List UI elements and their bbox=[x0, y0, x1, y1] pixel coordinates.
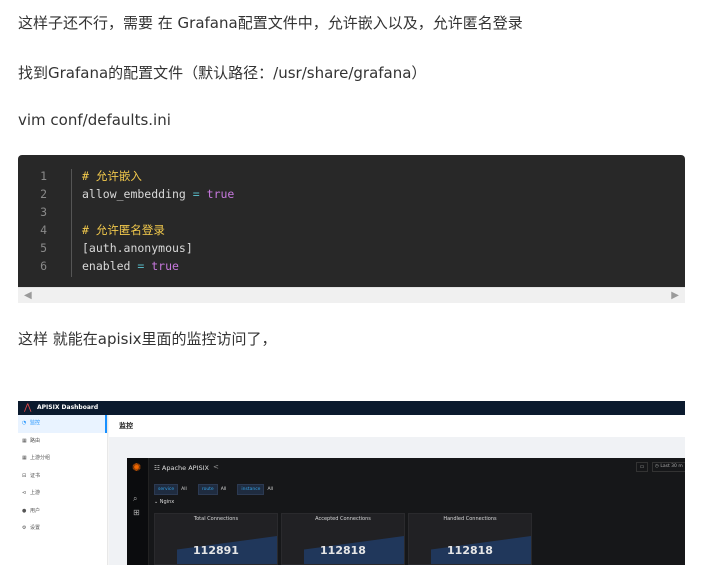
paragraph-config-path: 找到Grafana的配置文件（默认路径：/usr/share/grafana） bbox=[18, 64, 427, 82]
line-number: 2 bbox=[40, 187, 47, 201]
line-number-gutter: 1 2 3 4 5 6 bbox=[18, 167, 64, 275]
panel-title: Accepted Connections bbox=[315, 516, 371, 522]
stat-panel: Handled Connections 112818 bbox=[408, 513, 532, 565]
paragraph-result: 这样 就能在apisix里面的监控访问了， bbox=[18, 330, 277, 348]
sidebar-item-monitor: ◔ 监控 bbox=[18, 415, 107, 433]
scroll-right-icon[interactable]: ▶ bbox=[671, 290, 679, 301]
sidebar-item-ssl: ⊟ 证书 bbox=[18, 468, 107, 486]
grafana-logo-icon: ✺ bbox=[132, 461, 142, 474]
sidebar-item-label: 证书 bbox=[30, 472, 41, 479]
dashboard-sidebar: ◔ 监控 ▦ 路由 ▦ 上游分组 ⊟ 证书 ⊲ 上游 ● 用户 ⚙ 设置 bbox=[18, 415, 108, 565]
code-line-4: # 允许匿名登录 bbox=[82, 221, 234, 239]
sidebar-item-upstream-group: ▦ 上游分组 bbox=[18, 450, 107, 468]
code-comment: # 允许嵌入 bbox=[82, 169, 142, 183]
panel-value: 112891 bbox=[193, 544, 239, 557]
page-title: 监控 bbox=[119, 422, 133, 430]
dashboard-main: 监控 ✺ ⌕ ⊞ ☷ Apache APISIX < ▭ ◷ Last 30 m… bbox=[109, 415, 685, 565]
dashboard-screenshot: ⋀ APISIX Dashboard ◔ 监控 ▦ 路由 ▦ 上游分组 ⊟ 证书 ⊲ 上游… bbox=[18, 401, 685, 565]
variable-service: service All bbox=[154, 484, 190, 495]
panel-title: Handled Connections bbox=[443, 516, 497, 522]
code-value: true bbox=[206, 187, 235, 201]
settings-icon: ⚙ bbox=[22, 525, 27, 531]
line-number: 3 bbox=[40, 205, 47, 219]
variable-value: All bbox=[181, 487, 187, 492]
grafana-embed: ✺ ⌕ ⊞ ☷ Apache APISIX < ▭ ◷ Last 30 m se… bbox=[127, 458, 685, 565]
upstream-icon: ▦ bbox=[22, 455, 27, 461]
page-header: 监控 bbox=[109, 415, 685, 437]
route-icon: ▦ bbox=[22, 437, 27, 444]
stat-panel: Total Connections 112891 bbox=[154, 513, 278, 565]
row-title-text: Nginx bbox=[159, 499, 175, 505]
panel-title: Total Connections bbox=[193, 516, 239, 522]
code-section: [auth.anonymous] bbox=[82, 241, 193, 255]
gutter-divider bbox=[71, 169, 72, 277]
sidebar-item-label: 监控 bbox=[30, 420, 41, 426]
code-key: enabled bbox=[82, 259, 131, 273]
dashboards-icon: ⊞ bbox=[133, 508, 140, 517]
code-operator: = bbox=[130, 259, 152, 273]
line-number: 4 bbox=[40, 223, 47, 237]
dashboard-title: ☷ Apache APISIX bbox=[154, 464, 209, 472]
code-horizontal-scrollbar[interactable]: ◀ ▶ bbox=[18, 287, 685, 303]
sidebar-item-label: 上游 bbox=[30, 490, 41, 496]
sidebar-item-route: ▦ 路由 bbox=[18, 433, 107, 451]
time-range: Last 30 m bbox=[660, 464, 683, 469]
code-line-1: # 允许嵌入 bbox=[82, 167, 234, 185]
monitor-icon: ◔ bbox=[22, 420, 27, 426]
sidebar-item-consumer: ● 用户 bbox=[18, 503, 107, 521]
line-number: 1 bbox=[40, 169, 47, 183]
paragraph-intro: 这样子还不行，需要 在 Grafana配置文件中，允许嵌入以及，允许匿名登录 bbox=[18, 14, 523, 32]
line-number: 5 bbox=[40, 241, 47, 255]
share-icon: < bbox=[213, 463, 219, 471]
row-title: ⌄ Nginx bbox=[154, 499, 175, 505]
variable-instance: instance All bbox=[237, 484, 276, 495]
dashboard-grid-icon: ☷ bbox=[154, 464, 160, 472]
line-number: 6 bbox=[40, 259, 47, 273]
variable-value: All bbox=[220, 487, 227, 492]
ssl-icon: ⊟ bbox=[22, 472, 27, 479]
tv-mode-icon: ▭ bbox=[636, 462, 648, 472]
code-operator: = bbox=[185, 187, 207, 201]
variable-name: service bbox=[154, 484, 179, 495]
code-line-2: allow_embedding = true bbox=[82, 185, 234, 203]
time-picker: ◷ Last 30 m bbox=[652, 462, 685, 472]
code-line-5: [auth.anonymous] bbox=[82, 239, 234, 257]
service-icon: ⊲ bbox=[22, 490, 27, 496]
grafana-sidemenu: ✺ ⌕ ⊞ bbox=[127, 458, 149, 565]
code-block: 1 2 3 4 5 6 # 允许嵌入 allow_embedding = tru… bbox=[18, 155, 685, 303]
sidebar-item-upstream: ⊲ 上游 bbox=[18, 485, 107, 503]
apisix-logo-icon: ⋀ bbox=[24, 403, 32, 413]
code-value: true bbox=[151, 259, 179, 273]
dashboard-topbar: ⋀ APISIX Dashboard bbox=[18, 401, 685, 415]
code-lines: # 允许嵌入 allow_embedding = true # 允许匿名登录 [… bbox=[82, 167, 234, 275]
sidebar-item-label: 设置 bbox=[30, 525, 41, 531]
app-title: APISIX Dashboard bbox=[37, 404, 99, 411]
consumer-icon: ● bbox=[22, 507, 27, 514]
variable-value: All bbox=[267, 487, 274, 492]
panel-value: 112818 bbox=[447, 544, 493, 557]
dashboard-title-text: Apache APISIX bbox=[161, 464, 209, 472]
sidebar-item-label: 路由 bbox=[30, 437, 41, 444]
variable-route: route All bbox=[197, 484, 229, 495]
scroll-left-icon[interactable]: ◀ bbox=[24, 290, 32, 301]
panel-value: 112818 bbox=[320, 544, 366, 557]
paragraph-command: vim conf/defaults.ini bbox=[18, 111, 171, 129]
sidebar-item-label: 上游分组 bbox=[30, 455, 51, 461]
code-comment: # 允许匿名登录 bbox=[82, 223, 165, 237]
sidebar-item-settings: ⚙ 设置 bbox=[18, 520, 107, 538]
variable-name: instance bbox=[237, 484, 265, 495]
search-icon: ⌕ bbox=[133, 494, 138, 503]
code-key: allow_embedding bbox=[82, 187, 186, 201]
code-line-6: enabled = true bbox=[82, 257, 234, 275]
sidebar-item-label: 用户 bbox=[30, 507, 41, 514]
variable-name: route bbox=[197, 484, 218, 495]
stat-panel: Accepted Connections 112818 bbox=[281, 513, 405, 565]
